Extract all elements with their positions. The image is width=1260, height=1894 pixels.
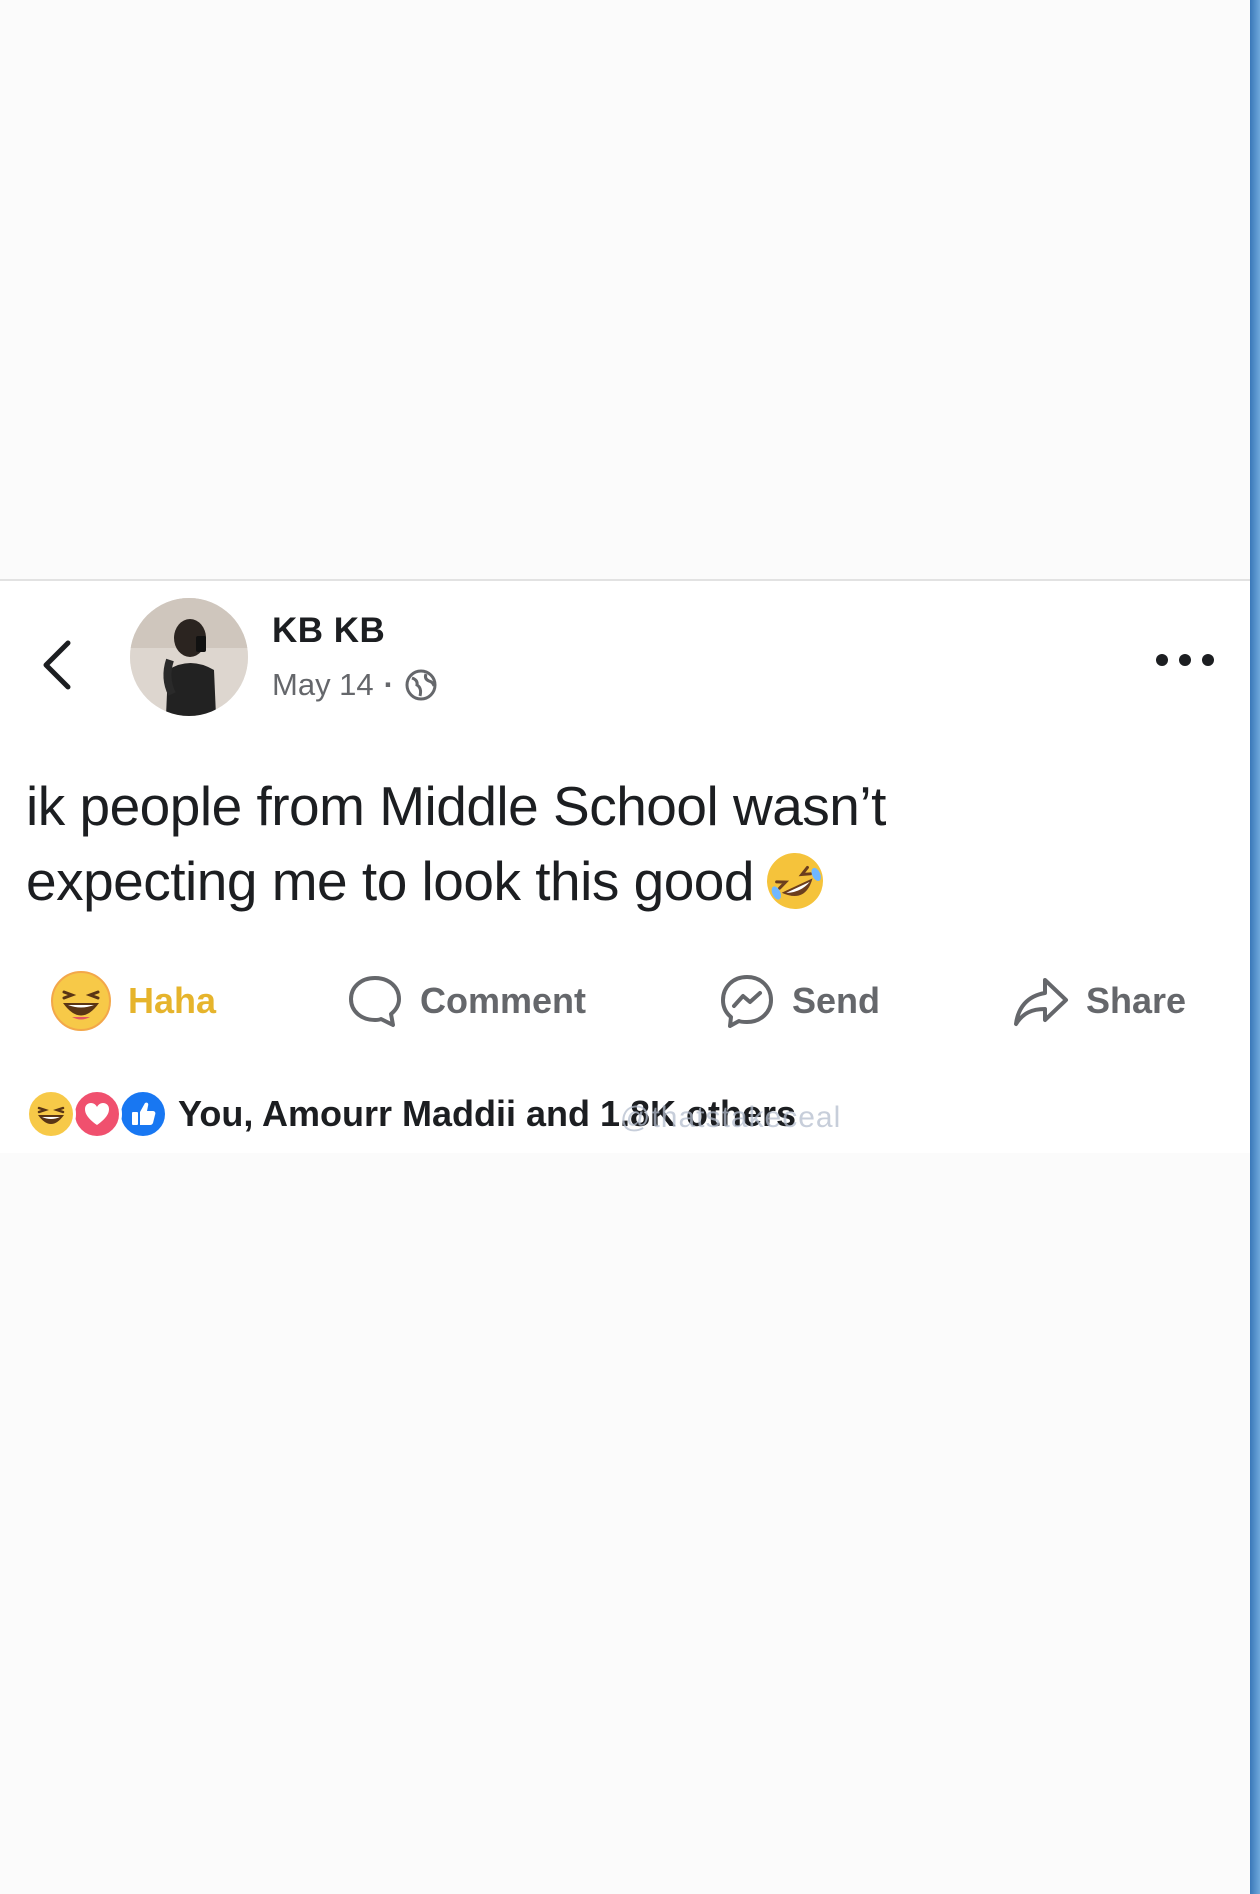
profile-photo: [130, 598, 248, 716]
avatar[interactable]: [130, 598, 248, 716]
post-text-line-1: ik people from Middle School wasn’t: [26, 775, 886, 837]
post-text: ik people from Middle School wasn’t expe…: [26, 769, 1206, 919]
share-label: Share: [1086, 980, 1187, 1021]
more-dots-icon: [1156, 654, 1214, 666]
comment-icon: [349, 976, 401, 1027]
share-button[interactable]: Share: [1012, 966, 1186, 1036]
post-date[interactable]: May 14: [272, 667, 374, 703]
right-edge-bar: [1250, 0, 1260, 1894]
post-card: KB KB May 14 · ik people from Middle Sch…: [0, 579, 1250, 1153]
messenger-icon: [721, 975, 773, 1028]
send-label: Send: [792, 980, 881, 1021]
haha-label: Haha: [128, 980, 217, 1021]
screen: KB KB May 14 · ik people from Middle Sch…: [0, 0, 1260, 1894]
globe-icon: [405, 669, 437, 701]
post-actions: Haha Comment Send Share: [0, 966, 1250, 1036]
send-button[interactable]: Send: [718, 966, 880, 1036]
meta-separator: ·: [383, 667, 394, 702]
back-button[interactable]: [36, 635, 80, 695]
reaction-icons: [26, 1089, 168, 1139]
comment-button[interactable]: Comment: [346, 966, 586, 1036]
rolling-laughing-emoji-icon: [766, 853, 823, 909]
like-reaction-icon: [118, 1089, 168, 1139]
chevron-left-icon: [43, 640, 71, 690]
share-arrow-icon: [1014, 978, 1068, 1026]
post-meta: May 14 ·: [272, 667, 438, 703]
tiktok-watermark: @thatstakeceal: [620, 1101, 842, 1134]
comment-label: Comment: [420, 980, 587, 1021]
haha-icon: [51, 971, 111, 1031]
post-text-line-2-text: expecting me to look this good: [26, 850, 754, 912]
more-options-button[interactable]: [1150, 645, 1220, 675]
love-reaction-icon: [72, 1089, 122, 1139]
post-text-line-2: expecting me to look this good: [26, 844, 1206, 919]
haha-reaction-icon: [26, 1089, 76, 1139]
author-name[interactable]: KB KB: [272, 611, 385, 651]
haha-button[interactable]: Haha: [50, 966, 216, 1036]
